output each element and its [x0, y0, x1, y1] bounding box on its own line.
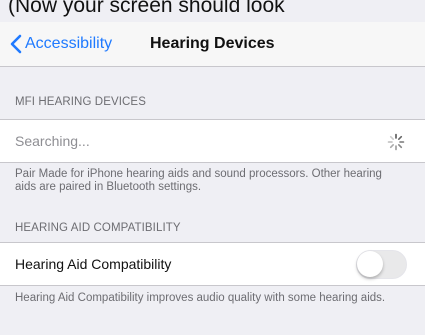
back-button-label: Accessibility: [25, 35, 113, 52]
back-button[interactable]: Accessibility: [10, 22, 112, 66]
mfi-searching-row: Searching...: [0, 119, 425, 163]
hac-footer-text: Hearing Aid Compatibility improves audio…: [15, 292, 386, 304]
hac-label: Hearing Aid Compatibility: [15, 256, 172, 272]
section-header-hac: HEARING AID COMPATIBILITY: [15, 222, 181, 234]
toggle-knob: [357, 251, 383, 277]
page-title: Hearing Devices: [150, 35, 275, 52]
section-header-mfi: MFI HEARING DEVICES: [15, 96, 146, 108]
searching-status: Searching...: [15, 133, 90, 149]
navigation-bar: Accessibility Hearing Devices: [0, 22, 425, 67]
instruction-caption: (Now your screen should look: [8, 0, 285, 17]
chevron-left-icon: [10, 34, 22, 54]
mfi-footer-text: Pair Made for iPhone hearing aids and so…: [15, 168, 382, 193]
hac-toggle[interactable]: [356, 250, 407, 279]
hac-row: Hearing Aid Compatibility: [0, 242, 425, 286]
spinner-icon: [387, 133, 405, 151]
